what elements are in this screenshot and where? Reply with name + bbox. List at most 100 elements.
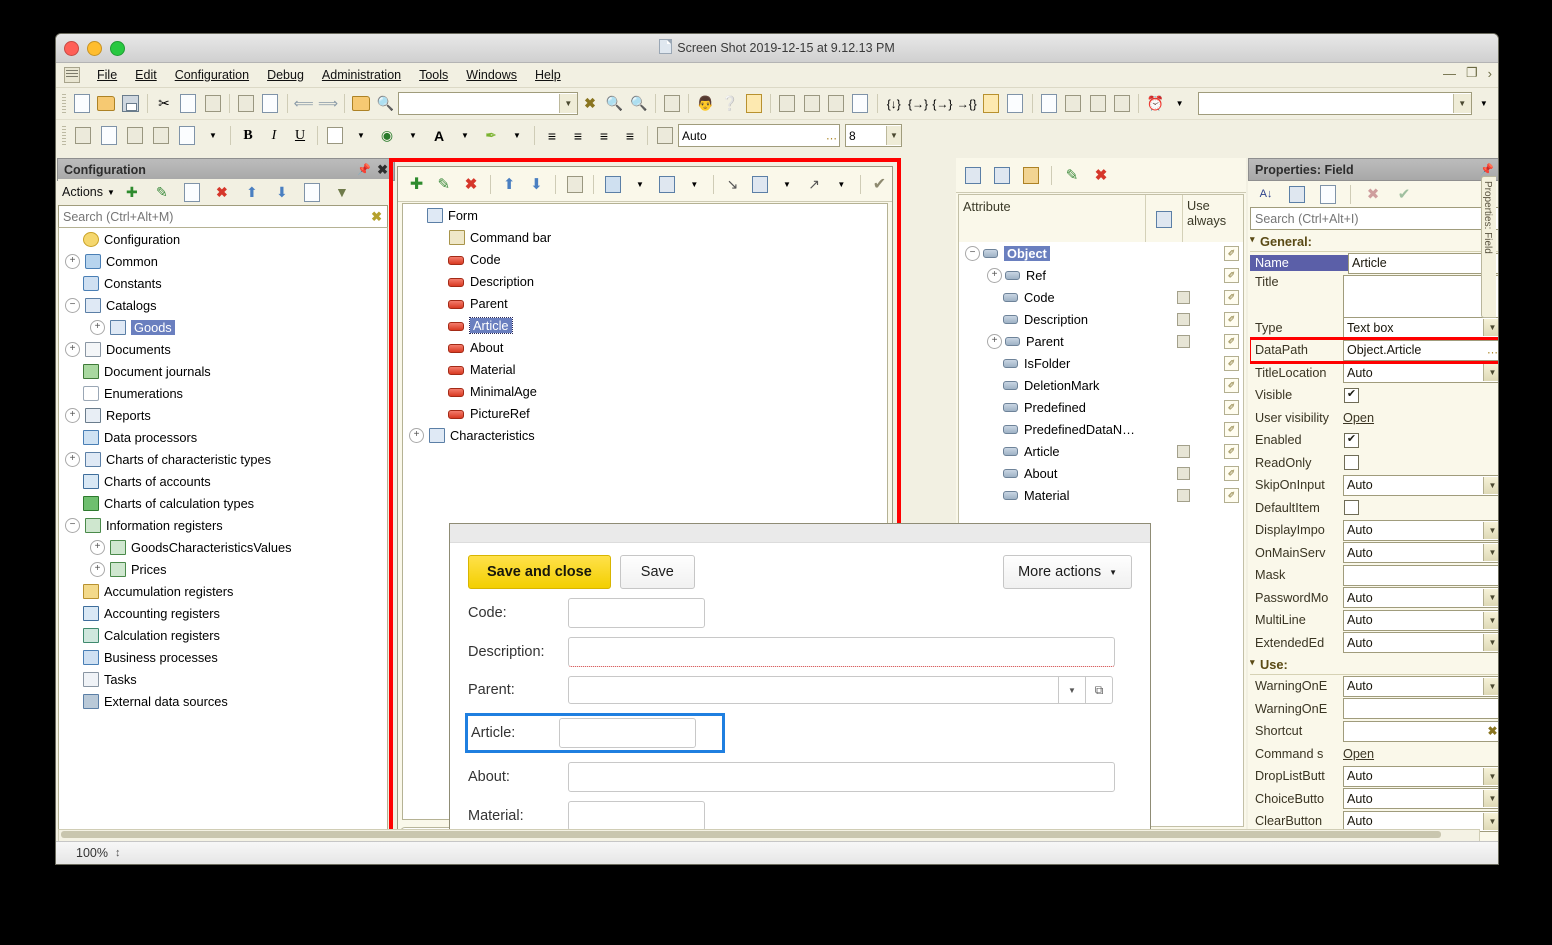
module-icon[interactable] bbox=[1037, 92, 1061, 116]
property-checkbox[interactable] bbox=[1344, 500, 1359, 516]
preview-text-input[interactable] bbox=[559, 718, 696, 748]
property-row-passwordmo[interactable]: PasswordMo Auto ▼ bbox=[1250, 587, 1498, 610]
tree-item-accumulation-registers[interactable]: Accumulation registers bbox=[59, 580, 387, 602]
chevron-down-icon[interactable]: ▼ bbox=[1483, 589, 1498, 607]
attribute-row[interactable]: Material ✐ bbox=[959, 484, 1243, 506]
attribute-row[interactable]: DeletionMark ✐ bbox=[959, 374, 1243, 396]
use-always-checkbox[interactable] bbox=[1177, 488, 1190, 502]
move-up-icon[interactable]: ⬆ bbox=[239, 180, 265, 204]
row-edit-icon[interactable]: ✐ bbox=[1224, 289, 1239, 305]
tree-item-constants[interactable]: Constants bbox=[59, 272, 387, 294]
undo-icon[interactable]: ⟸ bbox=[291, 92, 315, 116]
tree-item-reports[interactable]: + Reports bbox=[59, 404, 387, 426]
form-element-material[interactable]: Material bbox=[403, 358, 887, 380]
display-mode-icon[interactable] bbox=[600, 172, 625, 196]
chevron-down-icon[interactable]: ▼ bbox=[1452, 94, 1471, 113]
brace-out-icon[interactable]: {→} bbox=[906, 92, 930, 116]
attribute-row[interactable]: IsFolder ✐ bbox=[959, 352, 1243, 374]
property-input[interactable]: Auto ▼ bbox=[1343, 675, 1498, 697]
attribute-row[interactable]: Code ✐ bbox=[959, 286, 1243, 308]
brace-in-icon[interactable]: {↓} bbox=[882, 92, 906, 116]
stepper-icon[interactable]: ↕ bbox=[115, 847, 121, 859]
align-left-icon[interactable]: ≡ bbox=[539, 124, 565, 148]
properties-search-input[interactable] bbox=[1251, 210, 1492, 227]
tree-item-catalogs[interactable]: − Catalogs bbox=[59, 294, 387, 316]
copy-icon[interactable] bbox=[176, 92, 200, 116]
toolbar-right-input[interactable] bbox=[1198, 94, 1453, 113]
chevron-down-icon[interactable]: ▼ bbox=[1483, 476, 1498, 494]
grid-view-icon[interactable] bbox=[800, 92, 824, 116]
restore-icon[interactable] bbox=[775, 92, 799, 116]
use-always-checkbox[interactable] bbox=[1177, 312, 1190, 326]
open-icon[interactable]: ⧉ bbox=[1086, 676, 1113, 704]
menu-item-debug[interactable]: Debug bbox=[258, 66, 313, 84]
configuration-search-box[interactable]: ✖ bbox=[58, 205, 388, 228]
chevron-down-icon[interactable]: ▼ bbox=[348, 124, 374, 148]
attribute-row[interactable]: PredefinedDataN… ✐ bbox=[959, 418, 1243, 440]
preview-text-input[interactable] bbox=[568, 801, 705, 831]
attribute-row[interactable]: About ✐ bbox=[959, 462, 1243, 484]
show-description-icon[interactable] bbox=[1315, 182, 1341, 206]
selected-field-highlight[interactable]: Article: bbox=[465, 713, 725, 753]
property-row-shortcut[interactable]: Shortcut ✖ bbox=[1250, 720, 1498, 743]
attribute-row[interactable]: + Parent ✐ bbox=[959, 330, 1243, 352]
tree-item-goods[interactable]: + Goods bbox=[59, 316, 387, 338]
tree-item-common[interactable]: + Common bbox=[59, 250, 387, 272]
move-down-icon[interactable]: ⬇ bbox=[524, 172, 549, 196]
pin-icon[interactable]: 📌 bbox=[357, 163, 377, 176]
save-and-close-button[interactable]: Save and close bbox=[468, 555, 611, 589]
property-input[interactable]: Auto ▼ bbox=[1343, 609, 1498, 631]
properties-list[interactable]: General:NameArticleTitleTypeText box▼Dat… bbox=[1250, 231, 1498, 849]
property-input[interactable]: Auto ▼ bbox=[1343, 765, 1498, 787]
menu-item-help[interactable]: Help bbox=[526, 66, 570, 84]
property-input[interactable]: ✖ bbox=[1343, 720, 1498, 742]
brace-step-icon[interactable]: {→} bbox=[930, 92, 954, 116]
chevron-down-icon[interactable]: ▼ bbox=[1483, 767, 1498, 785]
print-preview-icon[interactable] bbox=[258, 92, 282, 116]
check-icon[interactable]: ✔ bbox=[867, 172, 892, 196]
preview-text-input[interactable] bbox=[568, 762, 1115, 792]
find-previous-icon[interactable]: 🔍 bbox=[627, 92, 651, 116]
property-row-skiponinput[interactable]: SkipOnInput Auto ▼ bbox=[1250, 474, 1498, 497]
chevron-down-icon[interactable]: ▼ bbox=[558, 94, 577, 113]
font-family-input[interactable] bbox=[679, 126, 824, 145]
properties-search-box[interactable]: ✖ bbox=[1250, 207, 1498, 230]
mdi-more-button[interactable]: › bbox=[1488, 66, 1492, 81]
property-row-title[interactable]: Title bbox=[1250, 274, 1498, 318]
property-input[interactable]: Object.Article ⋯ bbox=[1343, 339, 1498, 361]
toolbar-search-combo[interactable]: ▼ bbox=[397, 92, 578, 115]
form-element-form[interactable]: Form bbox=[403, 204, 887, 226]
execute-icon[interactable] bbox=[979, 92, 1003, 116]
page-break-icon[interactable] bbox=[174, 124, 200, 148]
font-size-combo[interactable]: ▼ bbox=[845, 124, 902, 147]
form-element-minimalage[interactable]: MinimalAge bbox=[403, 380, 887, 402]
tree-item-charts-of-calculation-types[interactable]: Charts of calculation types bbox=[59, 492, 387, 514]
chevron-down-icon[interactable]: ▼ bbox=[1483, 677, 1498, 695]
property-row-droplistbutt[interactable]: DropListButt Auto ▼ bbox=[1250, 765, 1498, 788]
preview-combo[interactable]: ▼ ⧉ bbox=[568, 676, 1113, 704]
chevron-down-icon[interactable]: ▼ bbox=[452, 124, 478, 148]
toolbar-right-combo[interactable]: ▼ bbox=[1197, 92, 1472, 115]
filter-icon[interactable]: ▼ bbox=[329, 180, 355, 204]
tree-item-charts-of-accounts[interactable]: Charts of accounts bbox=[59, 470, 387, 492]
tree-item-enumerations[interactable]: Enumerations bbox=[59, 382, 387, 404]
sort-az-icon[interactable]: A↓ bbox=[1253, 182, 1279, 206]
find-in-list-icon[interactable] bbox=[349, 92, 373, 116]
expand-icon[interactable]: + bbox=[90, 561, 105, 577]
add-icon[interactable]: ✚ bbox=[119, 180, 145, 204]
form-element-parent[interactable]: Parent bbox=[403, 292, 887, 314]
property-group-header[interactable]: Use: bbox=[1250, 654, 1498, 675]
pin-icon[interactable]: 📌 bbox=[1480, 163, 1498, 176]
property-row-displayimpo[interactable]: DisplayImpo Auto ▼ bbox=[1250, 519, 1498, 542]
row-edit-icon[interactable]: ✐ bbox=[1224, 377, 1239, 393]
preview-text-input[interactable] bbox=[568, 637, 1115, 667]
form-element-description[interactable]: Description bbox=[403, 270, 887, 292]
chevron-down-icon[interactable]: ▼ bbox=[504, 124, 530, 148]
tree-item-charts-of-characteristic-types[interactable]: + Charts of characteristic types bbox=[59, 448, 387, 470]
chevron-down-icon[interactable]: ▼ bbox=[1483, 611, 1498, 629]
scrollbar-thumb[interactable] bbox=[61, 831, 1441, 838]
move-up-icon[interactable]: ⬆ bbox=[497, 172, 522, 196]
tree-item-data-processors[interactable]: Data processors bbox=[59, 426, 387, 448]
add-copy-icon[interactable] bbox=[179, 180, 205, 204]
user-wizard-icon[interactable]: 👨 bbox=[693, 92, 717, 116]
